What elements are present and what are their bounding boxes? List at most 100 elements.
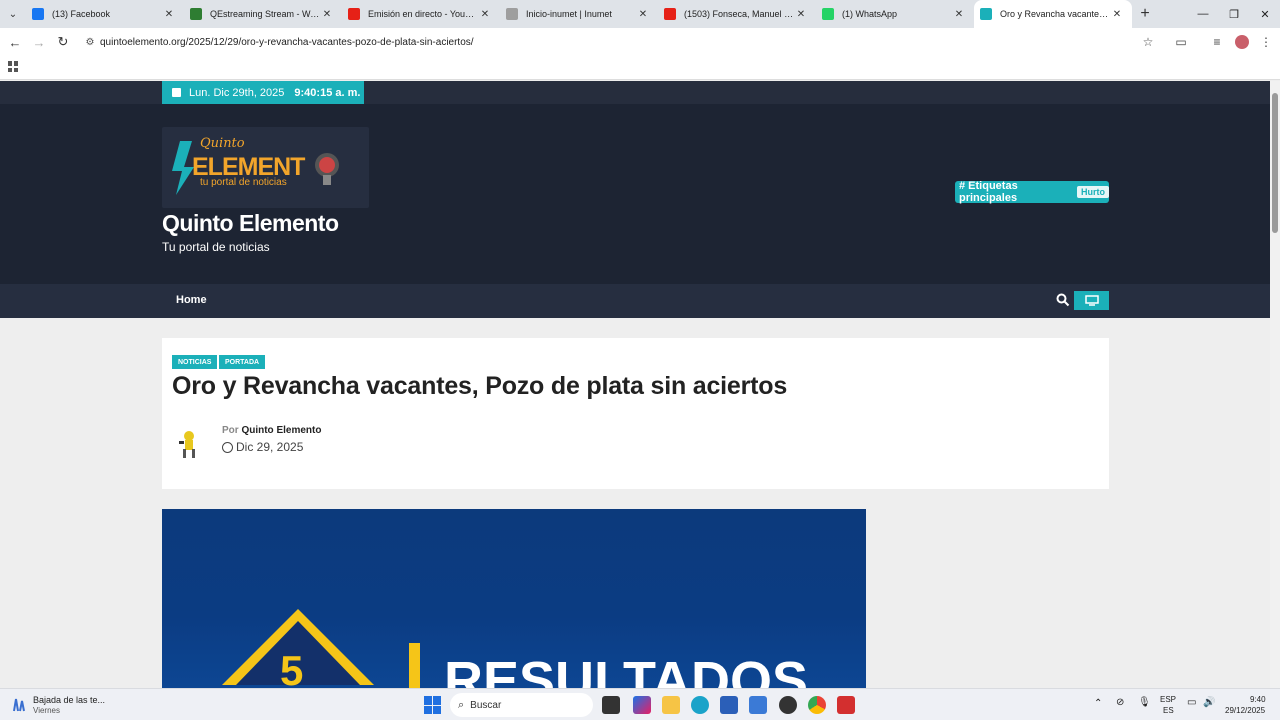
profile-avatar[interactable]: [1232, 33, 1252, 51]
youtube-icon: [348, 8, 360, 20]
monitor-button[interactable]: [1074, 291, 1109, 310]
menu-dots-icon[interactable]: ⋮: [1256, 33, 1276, 51]
tab-label: Inicio-inumet | Inumet: [526, 9, 612, 19]
main-nav: Home: [0, 284, 1270, 318]
category-noticias[interactable]: NOTICIAS: [172, 355, 218, 369]
mail-icon[interactable]: [749, 696, 767, 714]
logo-graphic: Quinto ELEMENT tu portal de noticias: [172, 136, 339, 195]
tab-label: (1503) Fonseca, Manuel Medra: [684, 9, 794, 19]
site-title[interactable]: Quinto Elemento: [162, 210, 339, 237]
clock-time[interactable]: 9:40: [1250, 695, 1266, 705]
clock-date[interactable]: 29/12/2025: [1225, 706, 1265, 716]
document-icon: [506, 8, 518, 20]
tab-label: (13) Facebook: [52, 9, 111, 19]
nav-home-link[interactable]: Home: [176, 294, 207, 306]
bookmark-star-icon[interactable]: ☆: [1138, 33, 1158, 51]
restore-icon[interactable]: ❐: [1218, 0, 1250, 28]
network-off-icon[interactable]: ⊘: [1116, 698, 1124, 708]
forward-button[interactable]: →: [27, 30, 51, 54]
facebook-icon: [32, 8, 44, 20]
tab-close-icon[interactable]: ✕: [1110, 9, 1124, 20]
tray-overflow-icon[interactable]: ⌃: [1094, 699, 1102, 709]
site-logo[interactable]: Quinto ELEMENT tu portal de noticias: [162, 127, 369, 208]
taskbar-search[interactable]: ⌕ Buscar: [450, 693, 593, 717]
current-date: Lun. Dic 29th, 2025: [189, 86, 285, 99]
site-tagline: Tu portal de noticias: [162, 240, 270, 254]
tag-hurto[interactable]: Hurto: [1077, 186, 1109, 198]
featured-image-graphic: 5 RESULTADOS: [222, 609, 808, 688]
store-icon[interactable]: [720, 696, 738, 714]
browser-tab[interactable]: QEstreaming Stream - Watch Li✕: [184, 0, 342, 28]
browser-tab[interactable]: (1) WhatsApp ✕: [816, 0, 974, 28]
file-explorer-icon[interactable]: [662, 696, 680, 714]
volume-icon[interactable]: 🔊: [1203, 698, 1215, 708]
tab-close-icon[interactable]: ✕: [162, 9, 176, 20]
taskbar: Bajada de las te... Viernes ⌕ Buscar ⌃ ⊘…: [0, 688, 1280, 720]
task-view-icon[interactable]: [602, 696, 620, 714]
url-text: quintoelemento.org/2025/12/29/oro-y-reva…: [100, 36, 474, 48]
tab-close-icon[interactable]: ✕: [478, 9, 492, 20]
lang-bottom[interactable]: ES: [1163, 706, 1174, 716]
tab-close-icon[interactable]: ✕: [320, 9, 334, 20]
apps-grid-icon[interactable]: [8, 61, 19, 72]
new-tab-button[interactable]: +: [1132, 5, 1158, 23]
tab-strip: ⌄ (13) Facebook ✕ QEstreaming Stream - Wat…: [0, 0, 1280, 28]
main-tags-button[interactable]: # Etiquetas principales Hurto: [955, 180, 1109, 204]
cast-icon[interactable]: ▭: [1171, 33, 1191, 51]
author-link[interactable]: Quinto Elemento: [241, 425, 321, 436]
category-portada[interactable]: PORTADA: [219, 355, 266, 369]
browser-tab[interactable]: (13) Facebook ✕: [26, 0, 184, 28]
qestreaming-icon: [190, 8, 202, 20]
browser-tab[interactable]: Inicio-inumet | Inumet ✕: [500, 0, 658, 28]
svg-text:tu portal de noticias: tu portal de noticias: [200, 177, 287, 188]
tab-search-menu-icon[interactable]: ⌄: [0, 0, 26, 28]
image-number: 5: [280, 647, 303, 688]
copilot-icon[interactable]: [633, 696, 651, 714]
site-icon: [980, 8, 992, 20]
tab-label: QEstreaming Stream - Watch Li: [210, 9, 320, 19]
tab-label: Emisión en directo - YouTube S: [368, 9, 478, 19]
weather-subtitle: Viernes: [33, 706, 60, 715]
scroll-thumb[interactable]: [1272, 93, 1278, 233]
media-control-icon[interactable]: ≡: [1207, 33, 1227, 51]
edge-icon[interactable]: [691, 696, 709, 714]
page-scrollbar[interactable]: [1270, 81, 1280, 688]
site-header: Lun. Dic 29th, 2025 9:40:15 a. m. Quinto…: [0, 81, 1270, 284]
tab-close-icon[interactable]: ✕: [952, 9, 966, 20]
author-avatar[interactable]: [177, 429, 201, 459]
whatsapp-icon: [822, 8, 834, 20]
web-page: Lun. Dic 29th, 2025 9:40:15 a. m. Quinto…: [0, 81, 1270, 688]
browser-tab[interactable]: (1503) Fonseca, Manuel Medra✕: [658, 0, 816, 28]
weather-title[interactable]: Bajada de las te...: [33, 695, 105, 705]
toolbar: ← → ↻ ⚙ quintoelemento.org/2025/12/29/or…: [0, 28, 1280, 56]
browser-tab[interactable]: Oro y Revancha vacantes, Pozo✕: [974, 0, 1132, 28]
microphone-icon[interactable]: 🎙: [1138, 698, 1151, 708]
minimize-icon[interactable]: —: [1187, 0, 1219, 28]
screen-recorder-icon[interactable]: [837, 696, 855, 714]
image-resultados-text: RESULTADOS: [444, 651, 808, 688]
address-bar[interactable]: ⚙ quintoelemento.org/2025/12/29/oro-y-re…: [80, 31, 1165, 53]
by-line: Por Quinto Elemento: [222, 425, 321, 436]
site-info-icon[interactable]: ⚙: [80, 37, 100, 48]
clock-icon: [222, 441, 233, 453]
app-icon[interactable]: [779, 696, 797, 714]
current-time: 9:40:15 a. m.: [294, 86, 361, 99]
tab-close-icon[interactable]: ✕: [636, 9, 650, 20]
chrome-icon[interactable]: [808, 696, 826, 714]
date-bar: Lun. Dic 29th, 2025 9:40:15 a. m.: [162, 81, 364, 104]
search-icon: ⌕: [458, 698, 465, 711]
bookmarks-bar: [0, 56, 1280, 80]
tab-label: Oro y Revancha vacantes, Pozo: [1000, 9, 1110, 19]
close-window-icon[interactable]: ✕: [1249, 0, 1280, 28]
weather-icon[interactable]: [10, 697, 28, 713]
browser-tab[interactable]: Emisión en directo - YouTube S✕: [342, 0, 500, 28]
lang-top[interactable]: ESP: [1160, 695, 1176, 705]
display-icon[interactable]: ▭: [1187, 698, 1196, 708]
svg-text:Quinto: Quinto: [200, 136, 245, 151]
back-button[interactable]: ←: [3, 30, 27, 54]
search-icon[interactable]: [1056, 293, 1070, 307]
reload-button[interactable]: ↻: [51, 30, 75, 54]
start-windows-icon[interactable]: [424, 696, 442, 714]
tab-close-icon[interactable]: ✕: [794, 9, 808, 20]
calendar-icon: [172, 88, 181, 97]
